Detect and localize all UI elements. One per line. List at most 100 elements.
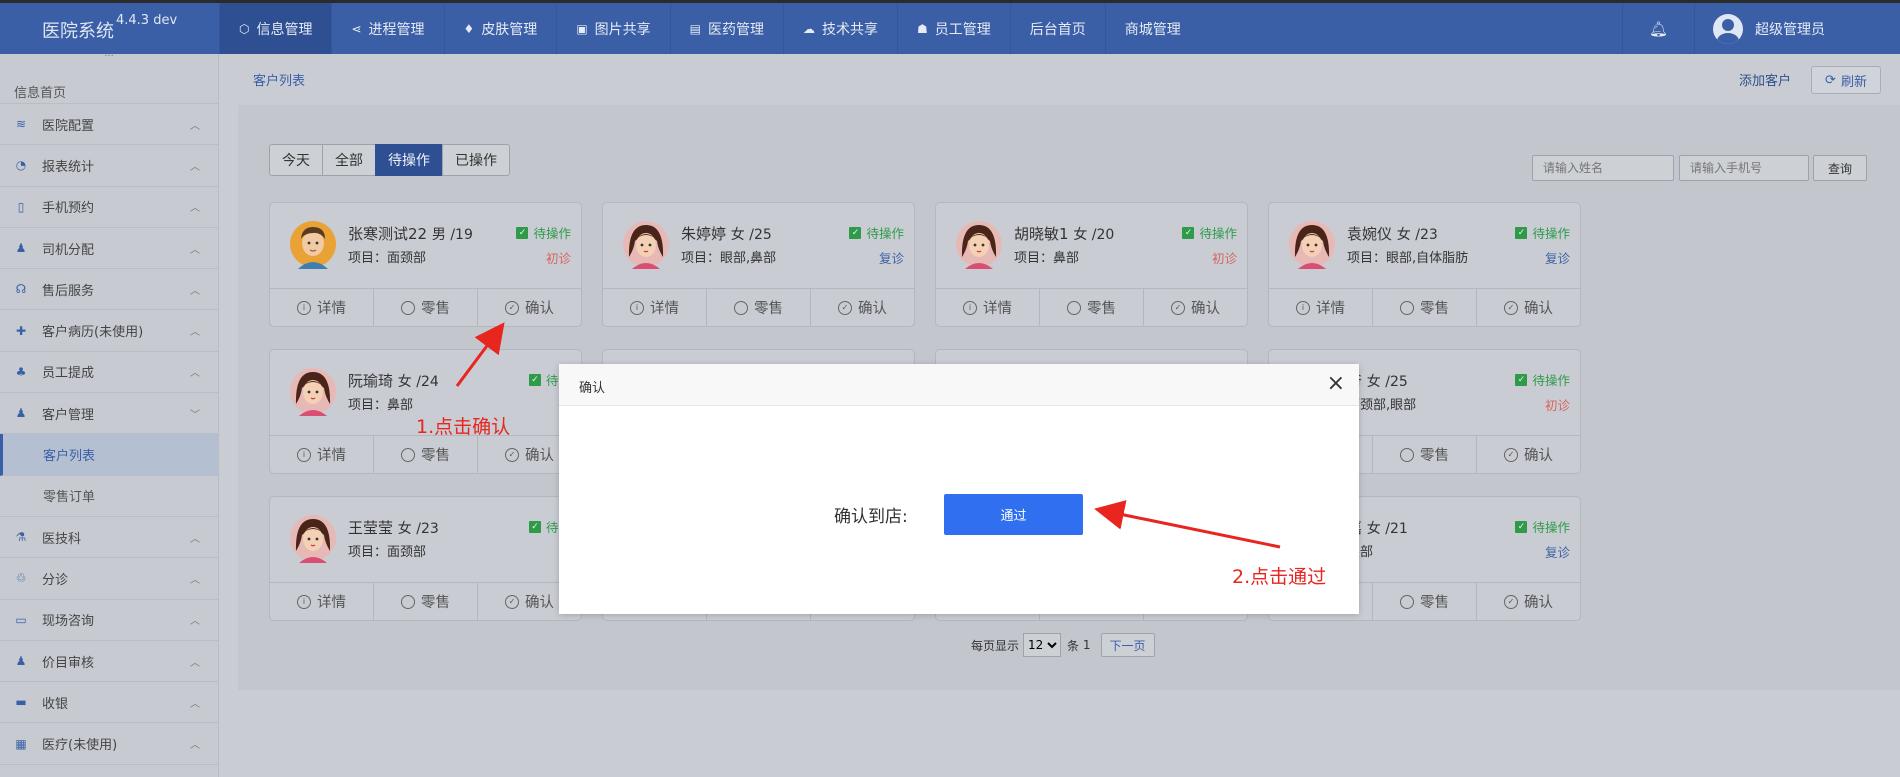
- nav-item-8[interactable]: 商城管理: [1104, 3, 1200, 54]
- add-customer-link[interactable]: 添加客户: [1739, 70, 1791, 89]
- check-circle-icon: ✓: [505, 594, 519, 609]
- sidebar-item[interactable]: ▦ 医疗(未使用) ︿: [0, 723, 218, 765]
- customer-name-line: 朱婷婷 女 /25: [681, 223, 772, 244]
- filter-tab[interactable]: 今天: [269, 144, 323, 176]
- card-action-1[interactable]: 零售: [1372, 436, 1476, 473]
- sidebar-item[interactable]: ▭ 现场咨询 ︿: [0, 600, 218, 641]
- nav-item-3[interactable]: ▣ 图片共享: [556, 3, 669, 54]
- filter-tab[interactable]: 全部: [322, 144, 376, 176]
- confirm-arrival-label: 确认到店:: [834, 507, 908, 527]
- nav-item-7[interactable]: 后台首页: [1009, 3, 1105, 54]
- medical-case-icon: ✚: [15, 323, 27, 338]
- info-circle-icon: i: [630, 300, 644, 315]
- card-action-1[interactable]: 零售: [706, 289, 810, 326]
- nav-item-0[interactable]: ⬡ 信息管理: [219, 3, 332, 54]
- notification-bell-icon[interactable]: 🔔︎: [1622, 3, 1694, 54]
- card-action-2[interactable]: ✓ 确认: [477, 289, 581, 326]
- card-action-0[interactable]: i 详情: [270, 436, 373, 473]
- card-action-1[interactable]: 零售: [1372, 289, 1476, 326]
- status-text: 待操作: [1532, 226, 1570, 241]
- card-action-label: 确认: [525, 301, 554, 317]
- card-action-1[interactable]: 零售: [373, 289, 477, 326]
- breadcrumb[interactable]: 客户列表: [253, 70, 305, 89]
- card-action-2[interactable]: ✓ 确认: [1476, 583, 1580, 620]
- sidebar-item[interactable]: ▬ 收银 ︿: [0, 682, 218, 724]
- card-action-1[interactable]: 零售: [373, 583, 477, 620]
- pass-button[interactable]: 通过: [944, 494, 1083, 535]
- sidebar-item-home[interactable]: 信息首页: [0, 68, 218, 104]
- status-text: 待操作: [1532, 520, 1570, 535]
- page-size-select[interactable]: 12: [1023, 633, 1062, 657]
- app-brand: 医院系统4.4.3 dev: [0, 3, 219, 54]
- female-avatar-icon: [1289, 219, 1335, 269]
- sidebar-item-label: 司机分配: [42, 242, 95, 258]
- card-action-0[interactable]: i 详情: [1269, 289, 1372, 326]
- sidebar-item[interactable]: ⚗ 医技科 ︿: [0, 517, 218, 559]
- filter-tabs: 今天 全部 待操作 已操作: [269, 144, 510, 176]
- chevron-up-icon: ︿: [190, 698, 200, 710]
- card-action-0[interactable]: i 详情: [936, 289, 1039, 326]
- search-phone-input[interactable]: [1679, 155, 1809, 181]
- nav-item-6[interactable]: ☗ 员工管理: [897, 3, 1010, 54]
- card-action-0[interactable]: i 详情: [603, 289, 706, 326]
- card-action-2[interactable]: ✓ 确认: [1476, 289, 1580, 326]
- recycle-icon: ♲: [15, 571, 27, 586]
- customer-gender-age: 女 /24: [397, 374, 439, 390]
- nav-item-1[interactable]: ⋖ 进程管理: [331, 3, 443, 54]
- search-circle-icon: [401, 300, 415, 315]
- check-square-icon: ✓: [1515, 373, 1528, 386]
- refresh-button[interactable]: ⟳ 刷新: [1811, 66, 1881, 94]
- sidebar-collapse-handle[interactable]: ···: [0, 52, 218, 68]
- nav-item-5[interactable]: ☁ 技术共享: [783, 3, 897, 54]
- visit-type-tag: 复诊: [1544, 251, 1570, 266]
- sidebar-item-label: 员工提成: [42, 366, 95, 382]
- briefcase-icon: ▦: [15, 736, 27, 751]
- search-circle-icon: [734, 300, 748, 315]
- sidebar-item[interactable]: ♟ 客户管理 ﹀: [0, 393, 218, 435]
- search-button[interactable]: 查询: [1813, 155, 1867, 181]
- card-action-0[interactable]: i 详情: [270, 583, 373, 620]
- nav-item-label: 医药管理: [708, 21, 764, 38]
- card-action-0[interactable]: i 详情: [270, 289, 373, 326]
- customer-name-line: 阮瑜琦 女 /24: [348, 370, 439, 391]
- sidebar-item[interactable]: ♟ 价目审核 ︿: [0, 641, 218, 683]
- card-action-1[interactable]: 零售: [1372, 583, 1476, 620]
- next-page-button[interactable]: 下一页: [1100, 633, 1155, 657]
- sidebar-item[interactable]: ☊ 售后服务 ︿: [0, 269, 218, 311]
- nav-item-4[interactable]: ▤ 医药管理: [669, 3, 783, 54]
- sidebar-item[interactable]: ✚ 客户病历(未使用) ︿: [0, 310, 218, 352]
- sidebar-item[interactable]: ▯ 手机预约 ︿: [0, 187, 218, 228]
- filter-tab[interactable]: 待操作: [375, 144, 443, 176]
- card-action-2[interactable]: ✓ 确认: [1476, 436, 1580, 473]
- card-action-label: 确认: [1191, 301, 1220, 317]
- card-action-2[interactable]: ✓ 确认: [1143, 289, 1247, 326]
- sidebar-item[interactable]: ≋ 医院配置 ︿: [0, 104, 218, 146]
- nav-item-2[interactable]: ♦ 皮肤管理: [443, 3, 557, 54]
- card-action-1[interactable]: 零售: [1039, 289, 1143, 326]
- sidebar-item[interactable]: ◔ 报表统计 ︿: [0, 145, 218, 187]
- card-action-1[interactable]: 零售: [373, 436, 477, 473]
- customer-project: 项目：面颈部: [348, 545, 427, 560]
- chevron-up-icon: ︿: [190, 161, 200, 173]
- search-name-input[interactable]: [1532, 155, 1674, 181]
- female-avatar-icon: [290, 513, 336, 563]
- app-version: 4.4.3 dev: [116, 13, 178, 28]
- pagination: 每页显示 12 条 1 下一页: [971, 633, 1155, 657]
- visit-type-tag: 初诊: [545, 251, 571, 266]
- sidebar-subitem[interactable]: 客户列表: [0, 434, 218, 476]
- customer-card: 王莹莹 女 /23项目：面颈部✓待操复i详情零售✓确认: [269, 496, 582, 621]
- sidebar-subitem[interactable]: 零售订单: [0, 476, 218, 517]
- sidebar-item[interactable]: ♟ 司机分配 ︿: [0, 228, 218, 270]
- sidebar-item[interactable]: ♲ 分诊 ︿: [0, 558, 218, 600]
- close-icon[interactable]: ×: [1327, 372, 1345, 396]
- nav-item-label: 后台首页: [1029, 21, 1086, 38]
- user-menu[interactable]: 超级管理员: [1694, 3, 1900, 54]
- chevron-up-icon: ︿: [190, 657, 200, 669]
- filter-tab[interactable]: 已操作: [442, 144, 510, 176]
- sidebar-item-label: 医院配置: [42, 118, 95, 134]
- check-circle-icon: ✓: [505, 447, 519, 462]
- card-action-2[interactable]: ✓ 确认: [810, 289, 914, 326]
- stamp-icon: ♟: [15, 654, 27, 668]
- sidebar-item[interactable]: ♣ 员工提成 ︿: [0, 352, 218, 394]
- customer-gender-age: 女 /25: [730, 227, 772, 243]
